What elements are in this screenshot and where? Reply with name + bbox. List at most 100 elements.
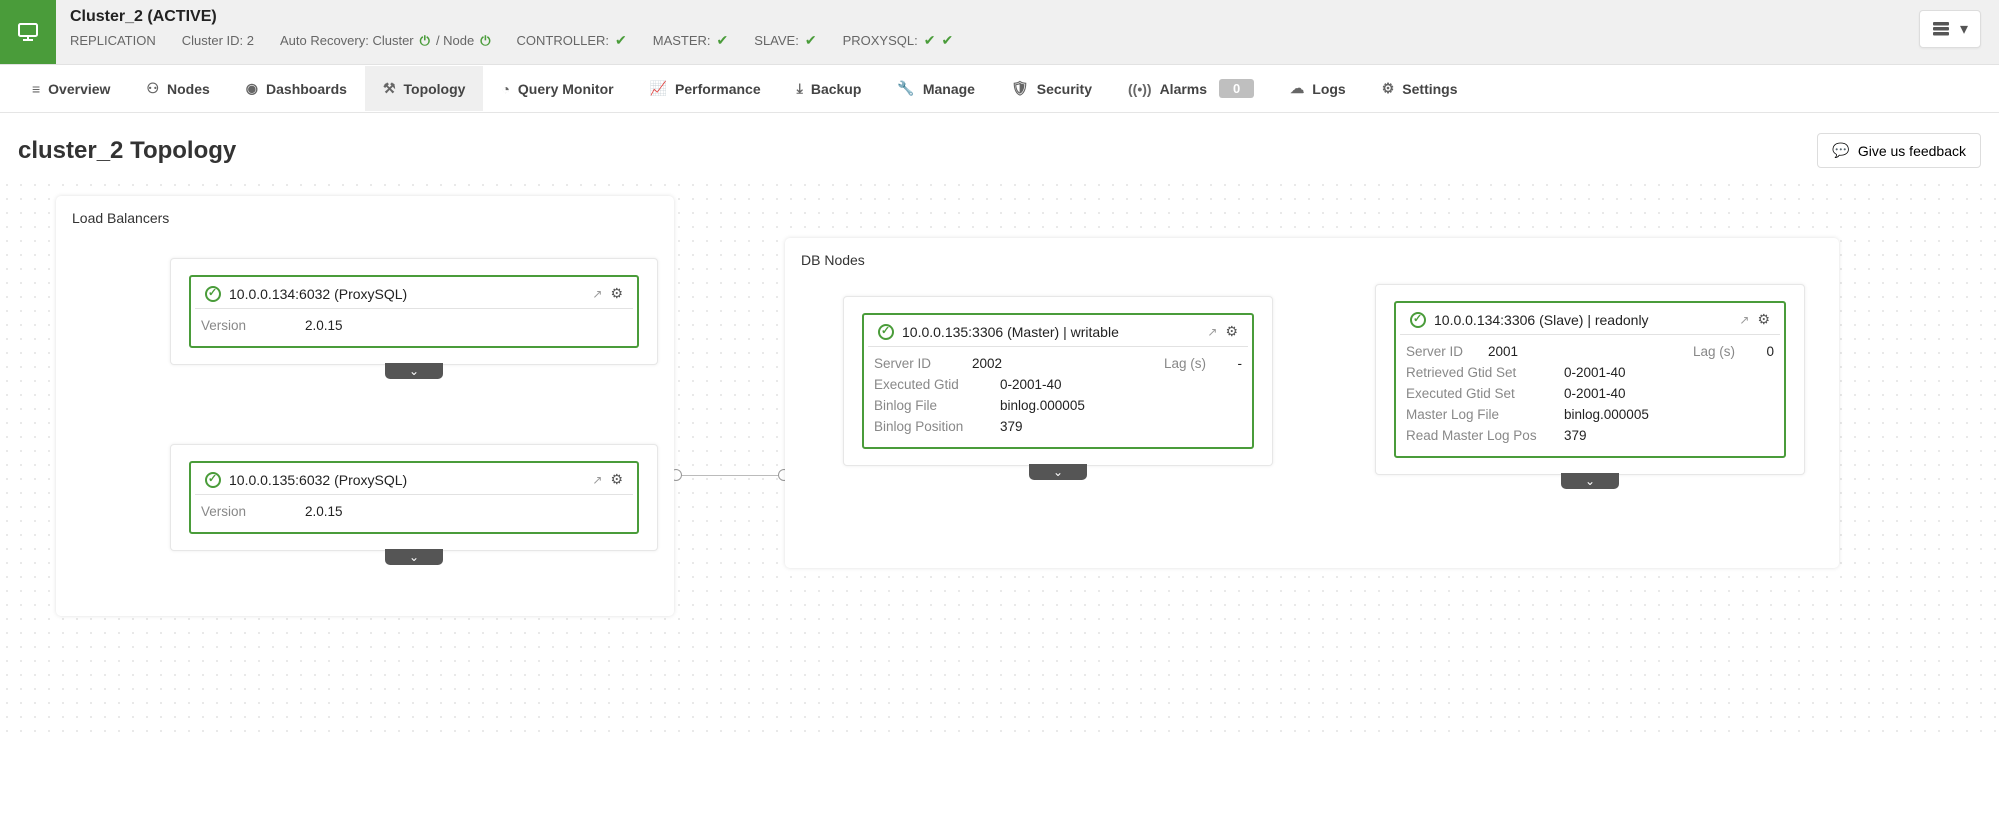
node-header: 10.0.0.134:6032 (ProxySQL) ↗ ⚙ (195, 277, 633, 309)
header-right: ▾ (1919, 0, 1999, 48)
header-subrow: REPLICATION Cluster ID: 2 Auto Recovery:… (70, 32, 1905, 49)
cluster-type-icon (0, 0, 56, 64)
kv-value: binlog.000005 (1000, 398, 1085, 413)
panel-load-balancers: Load Balancers 10.0.0.134:6032 (ProxySQL… (56, 196, 674, 616)
tab-backup[interactable]: ⤓Backup (779, 66, 880, 111)
cluster-title: Cluster_2 (ACTIVE) (70, 8, 1905, 26)
check-icon: ✔ (924, 32, 936, 49)
check-icon: ✔ (717, 32, 729, 49)
node-header: 10.0.0.135:6032 (ProxySQL) ↗ ⚙ (195, 463, 633, 495)
kv-value: 0-2001-40 (1564, 386, 1626, 401)
kv-key: Executed Gtid (874, 377, 982, 392)
tab-settings[interactable]: ⚙ Settings (1364, 66, 1476, 111)
node-actions-icon[interactable]: ⚙ (610, 471, 623, 488)
alarm-count-badge: 0 (1219, 79, 1254, 98)
cluster-id-label: Cluster ID: 2 (182, 33, 254, 48)
cloud-icon: ☁ (1290, 80, 1304, 97)
node-body: Server ID2002 Lag (s) - Executed Gtid0-2… (864, 347, 1252, 447)
status-ok-icon (205, 472, 221, 488)
kv-value: 2.0.15 (305, 318, 343, 333)
node-actions-icon[interactable]: ⚙ (1225, 323, 1238, 340)
kv-key: Binlog Position (874, 419, 982, 434)
wrench-icon: 🔧 (897, 80, 914, 97)
status-ok-icon (1410, 312, 1426, 328)
expand-handle[interactable]: ⌄ (385, 549, 443, 565)
external-link-icon[interactable]: ↗ (1207, 325, 1217, 339)
tab-manage[interactable]: 🔧 Manage (879, 66, 993, 111)
check-icon: ✔ (615, 32, 627, 49)
tab-logs[interactable]: ☁ Logs (1272, 66, 1363, 111)
kv-row: Executed Gtid Set0-2001-40 (1406, 383, 1774, 404)
external-link-icon[interactable]: ↗ (592, 473, 602, 487)
expand-handle[interactable]: ⌄ (385, 363, 443, 379)
node-card-proxysql[interactable]: 10.0.0.134:6032 (ProxySQL) ↗ ⚙ Version 2… (189, 275, 639, 348)
tab-label: Logs (1312, 81, 1345, 97)
gear-icon: ⚙ (1382, 80, 1395, 97)
status-label: MASTER: (653, 33, 711, 48)
node-body: Server ID2001 Lag (s) 0 Retrieved Gtid S… (1396, 335, 1784, 456)
kv-value: - (1238, 356, 1243, 371)
expand-handle[interactable]: ⌄ (1029, 464, 1087, 480)
topology-icon: ⚒ (383, 80, 396, 97)
tab-label: Manage (923, 81, 975, 97)
tab-overview[interactable]: ≡ Overview (14, 67, 128, 111)
node-card-master[interactable]: 10.0.0.135:3306 (Master) | writable ↗ ⚙ … (862, 313, 1254, 449)
tab-nodes[interactable]: ⚇Nodes (128, 66, 227, 111)
node-card-slave[interactable]: 10.0.0.134:3306 (Slave) | readonly ↗ ⚙ S… (1394, 301, 1786, 458)
kv-key: Version (201, 318, 287, 333)
tab-alarms[interactable]: ((•))Alarms0 (1110, 65, 1272, 112)
kv-row: Binlog Position379 (874, 416, 1242, 437)
cluster-select-button[interactable]: ▾ (1919, 10, 1981, 48)
kv-row: Master Log File binlog.000005 (1406, 404, 1774, 425)
tab-topology[interactable]: ⚒ Topology (365, 66, 484, 111)
external-link-icon[interactable]: ↗ (1739, 313, 1749, 327)
status-label: CONTROLLER: (517, 33, 609, 48)
kv-key: Server ID (1406, 344, 1476, 359)
kv-value: 2002 (972, 356, 1002, 371)
node-shell: 10.0.0.135:6032 (ProxySQL) ↗ ⚙ Version 2… (170, 444, 658, 551)
kv-key: Lag (s) (1693, 344, 1735, 359)
node-actions-icon[interactable]: ⚙ (1757, 311, 1770, 328)
status-master: MASTER: ✔ (653, 32, 729, 49)
kv-value: binlog.000005 (1564, 407, 1649, 422)
tab-label: Settings (1402, 81, 1457, 97)
tab-label: Alarms (1160, 81, 1207, 97)
nodes-icon: ⚇ (146, 80, 159, 97)
clock-icon: ◔ (501, 81, 509, 97)
kv-key: Retrieved Gtid Set (1406, 365, 1546, 380)
status-slave: SLAVE: ✔ (754, 32, 816, 49)
kv-key: Lag (s) (1164, 356, 1206, 371)
node-actions-icon[interactable]: ⚙ (610, 285, 623, 302)
tab-security[interactable]: 🛡Security (993, 66, 1110, 111)
list-icon: ≡ (32, 81, 40, 97)
feedback-button[interactable]: 💬 Give us feedback (1817, 133, 1981, 168)
page-title: cluster_2 Topology (18, 137, 236, 165)
stack-icon (1932, 21, 1950, 37)
power-icon[interactable]: ⏻ (420, 33, 430, 49)
header-bar: Cluster_2 (ACTIVE) REPLICATION Cluster I… (0, 0, 1999, 65)
check-icon: ✔ (805, 32, 817, 49)
node-header: 10.0.0.135:3306 (Master) | writable ↗ ⚙ (868, 315, 1248, 347)
status-ok-icon (878, 324, 894, 340)
tab-query-monitor[interactable]: ◔Query Monitor (483, 67, 631, 111)
tab-label: Dashboards (266, 81, 347, 97)
tab-label: Overview (48, 81, 110, 97)
kv-key: Binlog File (874, 398, 982, 413)
tab-label: Topology (404, 81, 466, 97)
status-ok-icon (205, 286, 221, 302)
kv-key: Server ID (874, 356, 960, 371)
expand-handle[interactable]: ⌄ (1561, 473, 1619, 489)
kv-value: 2.0.15 (305, 504, 343, 519)
node-card-proxysql[interactable]: 10.0.0.135:6032 (ProxySQL) ↗ ⚙ Version 2… (189, 461, 639, 534)
check-icon: ✔ (941, 32, 953, 49)
kv-key: Master Log File (1406, 407, 1546, 422)
power-icon[interactable]: ⏻ (480, 33, 490, 49)
dashboard-icon: ◉ (246, 80, 258, 97)
tab-dashboards[interactable]: ◉ Dashboards (228, 66, 365, 111)
tab-performance[interactable]: 📈Performance (632, 66, 779, 111)
external-link-icon[interactable]: ↗ (592, 287, 602, 301)
kv-row: Retrieved Gtid Set0-2001-40 (1406, 362, 1774, 383)
kv-row: Server ID2001 Lag (s) 0 (1406, 341, 1774, 362)
topology-canvas[interactable]: ››› Load Balancers 10.0.0.134:6032 (Prox… (0, 178, 1999, 738)
auto-recovery-label: Auto Recovery: Cluster ⏻ / Node ⏻ (280, 33, 491, 49)
